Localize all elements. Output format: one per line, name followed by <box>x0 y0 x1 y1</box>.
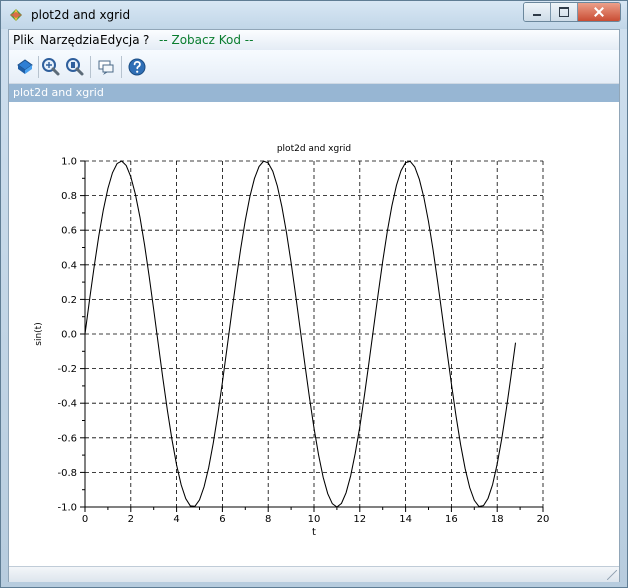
menu-edit[interactable]: Edycja <box>100 30 140 50</box>
x-tick-label: 2 <box>128 514 134 525</box>
toolbar-separator <box>90 56 91 78</box>
y-tick-label: -0.6 <box>57 433 77 444</box>
window-title-bar[interactable]: plot2d and xgrid <box>1 1 627 29</box>
menu-file[interactable]: Plik <box>13 30 34 50</box>
close-button[interactable] <box>578 3 620 21</box>
menu-help[interactable]: ? <box>143 30 149 50</box>
menu-view-code[interactable]: -- Zobacz Kod -- <box>159 30 253 50</box>
y-tick-label: 0.2 <box>61 295 77 306</box>
help-button[interactable] <box>126 56 148 78</box>
x-tick-label: 12 <box>353 514 366 525</box>
y-axis-label: sin(t) <box>34 322 44 345</box>
rotate-icon <box>17 59 33 74</box>
x-tick-label: 8 <box>265 514 271 525</box>
datatip-button[interactable] <box>95 56 117 78</box>
app-icon <box>10 9 22 21</box>
x-tick-label: 0 <box>82 514 88 525</box>
y-tick-label: 0.4 <box>61 260 77 271</box>
help-icon <box>128 58 146 76</box>
datatip-icon <box>98 60 114 75</box>
window-client-area: Plik Narzędzia Edycja ? -- Zobacz Kod -- <box>8 29 620 582</box>
figure-title-bar: plot2d and xgrid <box>9 84 619 102</box>
menu-tools[interactable]: Narzędzia <box>40 30 100 50</box>
y-tick-label: 0.6 <box>61 226 77 237</box>
minimize-button[interactable] <box>524 3 551 21</box>
y-tick-label: 0.8 <box>61 191 77 202</box>
status-bar <box>9 566 619 582</box>
y-tick-label: 0.0 <box>61 330 77 341</box>
window-title: plot2d and xgrid <box>31 8 131 22</box>
x-tick-label: 18 <box>491 514 504 525</box>
y-tick-label: -0.2 <box>57 364 77 375</box>
resize-grip[interactable] <box>607 570 617 580</box>
toolbar-separator <box>121 56 122 78</box>
application-window: plot2d and xgrid Plik Narzędzia Edycja ?… <box>0 0 628 588</box>
sine-plot[interactable]: 0 2 4 6 8 10 12 14 16 18 20 -1.0 -0.8 -0.6 -0.4 -0.2 0.0… <box>9 102 619 566</box>
x-axis-label: t <box>312 527 316 538</box>
unzoom-button[interactable] <box>64 56 86 78</box>
x-tick-label: 6 <box>219 514 225 525</box>
x-tick-label: 16 <box>445 514 458 525</box>
y-tick-label: -0.4 <box>57 399 77 410</box>
y-tick-label: -1.0 <box>57 503 77 514</box>
rotate-button[interactable] <box>14 56 36 78</box>
y-tick-label: -0.8 <box>57 468 77 479</box>
x-tick-label: 14 <box>399 514 412 525</box>
x-tick-label: 10 <box>308 514 321 525</box>
x-tick-label: 20 <box>537 514 550 525</box>
menu-bar: Plik Narzędzia Edycja ? -- Zobacz Kod -- <box>9 30 619 51</box>
toolbar-separator <box>38 56 39 78</box>
toolbar <box>9 50 619 84</box>
chart-title: plot2d and xgrid <box>277 144 351 154</box>
y-tick-label: 1.0 <box>61 157 77 168</box>
window-controls <box>523 2 621 22</box>
x-tick-label: 4 <box>173 514 179 525</box>
zoom-icon <box>42 58 60 76</box>
unzoom-icon <box>66 58 84 76</box>
plot-canvas[interactable]: 0 2 4 6 8 10 12 14 16 18 20 -1.0 -0.8 -0.6 -0.4 -0.2 0.0… <box>9 102 619 566</box>
maximize-button[interactable] <box>551 3 578 21</box>
zoom-button[interactable] <box>40 56 62 78</box>
